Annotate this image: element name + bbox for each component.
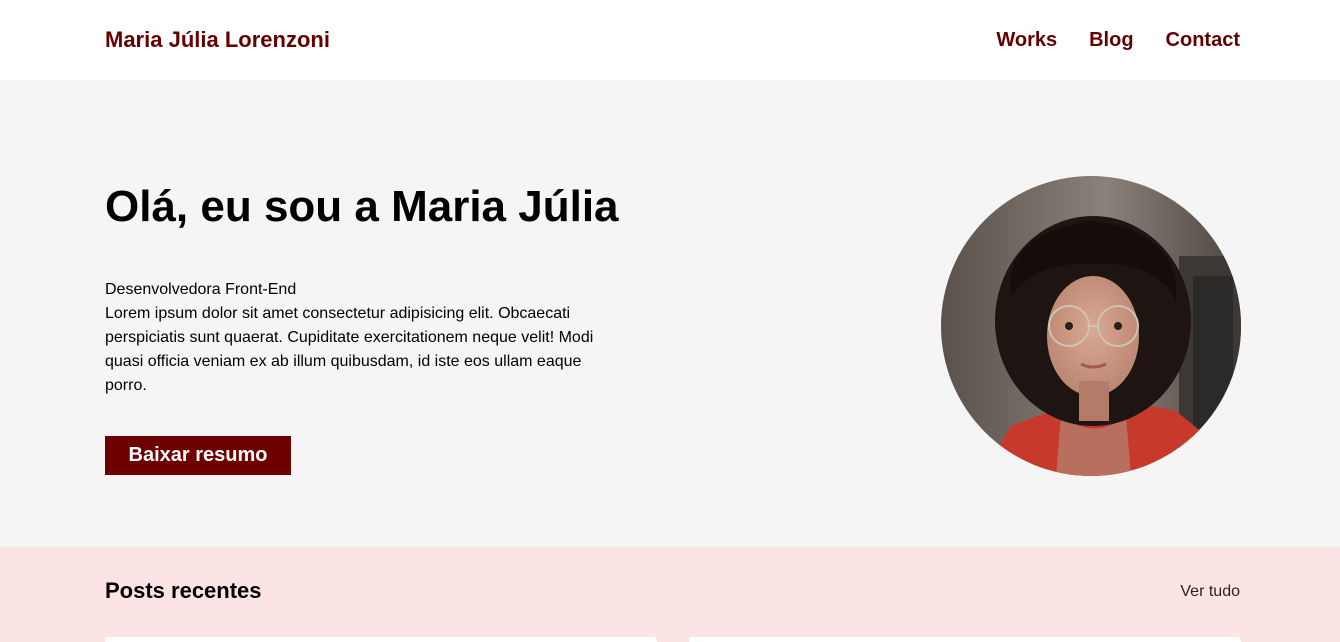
profile-photo xyxy=(941,176,1241,476)
recent-posts-section: Posts recentes Ver tudo xyxy=(0,547,1340,642)
post-card[interactable] xyxy=(105,637,657,642)
nav-blog[interactable]: Blog xyxy=(1089,28,1133,52)
hero-title: Olá, eu sou a Maria Júlia xyxy=(105,182,619,231)
hero-role: Desenvolvedora Front-End xyxy=(105,281,297,298)
hero-description: Lorem ipsum dolor sit amet consectetur a… xyxy=(105,305,594,394)
post-card[interactable] xyxy=(689,637,1241,642)
posts-title: Posts recentes xyxy=(105,578,262,603)
nav-contact[interactable]: Contact xyxy=(1166,28,1240,52)
portrait-illustration xyxy=(941,176,1241,476)
site-header: Maria Júlia Lorenzoni Works Blog Contact xyxy=(0,0,1340,80)
download-resume-button[interactable]: Baixar resumo xyxy=(105,436,291,475)
see-all-link[interactable]: Ver tudo xyxy=(1180,583,1240,601)
hero-section: Olá, eu sou a Maria Júlia Desenvolvedora… xyxy=(0,80,1340,547)
nav-works[interactable]: Works xyxy=(996,28,1057,52)
main-nav: Works Blog Contact xyxy=(996,28,1240,52)
brand-link[interactable]: Maria Júlia Lorenzoni xyxy=(105,27,330,53)
